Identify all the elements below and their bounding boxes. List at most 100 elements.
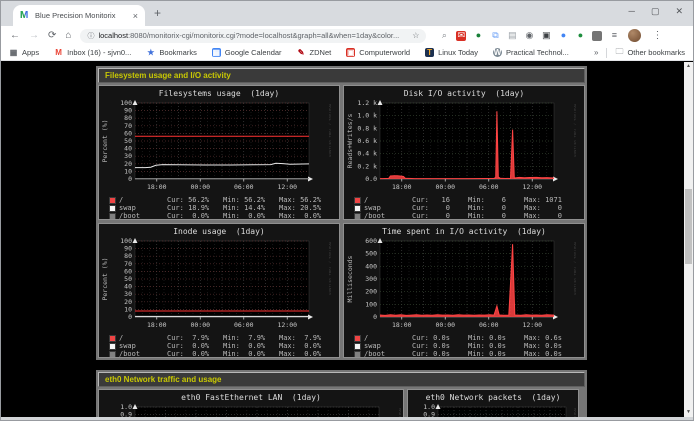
mail-checker-icon[interactable]: ✉ xyxy=(456,31,466,41)
home-button[interactable]: ⌂ xyxy=(65,31,71,41)
svg-text:00:00: 00:00 xyxy=(435,321,455,329)
legend-swatch xyxy=(109,351,116,358)
legend-value: Cur: 16 xyxy=(412,196,468,204)
legend-swatch xyxy=(354,343,361,350)
svg-text:1.0 k: 1.0 k xyxy=(357,112,377,120)
bookmark-linux-today[interactable]: TLinux Today xyxy=(425,48,478,57)
legend-value: Cur: 0 xyxy=(412,204,468,212)
search-extension-icon[interactable]: ⌕ xyxy=(439,31,449,41)
bookmark-bookmarks[interactable]: ★Bookmarks xyxy=(146,48,197,57)
screen-capture-icon[interactable]: ▣ xyxy=(541,31,551,41)
bookmarks-overflow-button[interactable]: » xyxy=(594,48,598,57)
legend-value: Min: 0.0% xyxy=(223,212,279,220)
extensions-puzzle-icon[interactable] xyxy=(592,31,602,41)
graph-disk-io-activity[interactable]: Disk I/O activity (1day)0.00.2 k0.4 k0.6… xyxy=(343,85,585,220)
bookmark-star-icon[interactable]: ☆ xyxy=(412,31,419,40)
back-button[interactable]: ← xyxy=(10,31,20,41)
bookmark-apps-label: Apps xyxy=(22,48,39,57)
active-tab[interactable]: MM Blue Precision Monitorix × xyxy=(13,5,145,26)
monitorix-main: Filesystem usage and I/O activity Filesy… xyxy=(96,66,587,417)
forward-button[interactable]: → xyxy=(29,31,39,41)
legend-row: /Cur: 16Min: 6Max: 1071 xyxy=(354,196,584,204)
svg-text:18:00: 18:00 xyxy=(392,183,412,191)
graph-time-spent-io[interactable]: Time spent in I/O activity (1day)0100200… xyxy=(343,223,585,358)
svg-text:Percent (%): Percent (%) xyxy=(101,119,109,162)
page-scrollbar[interactable]: ▲ ▼ xyxy=(684,62,693,417)
graph-eth0-traffic[interactable]: eth0 FastEthernet LAN (1day)1.00.9RRDTOO… xyxy=(98,389,404,417)
globe-extension-icon[interactable]: ● xyxy=(473,31,483,41)
legend-label: swap xyxy=(364,204,381,212)
scrollbar-down-icon[interactable]: ▼ xyxy=(684,408,693,417)
bookmark-google-calendar-label: Google Calendar xyxy=(225,48,282,57)
svg-text:70: 70 xyxy=(124,260,132,268)
tab-list-icon[interactable]: ≡ xyxy=(609,31,619,41)
legend-value: Min: 6 xyxy=(468,196,524,204)
other-bookmarks-button[interactable]: Other bookmarks xyxy=(627,48,685,57)
graph-title: Disk I/O activity (1day) xyxy=(344,86,584,98)
legend-value: Min: 14.4% xyxy=(223,204,279,212)
legend-value: Cur: 0.0s xyxy=(412,334,468,342)
legend-row: /Cur: 7.9%Min: 7.9%Max: 7.9% xyxy=(109,334,339,342)
legend-row: /Cur: 56.2%Min: 56.2%Max: 56.2% xyxy=(109,196,339,204)
sync-icon[interactable]: ● xyxy=(575,31,585,41)
eye-extension-icon[interactable]: ◉ xyxy=(524,31,534,41)
bookmark-google-calendar[interactable]: ▦Google Calendar xyxy=(212,48,282,57)
svg-text:10: 10 xyxy=(124,305,132,313)
legend-label: /boot xyxy=(119,350,140,358)
close-button[interactable]: ✕ xyxy=(675,6,683,17)
svg-text:0.8 k: 0.8 k xyxy=(357,124,377,132)
address-bar[interactable]: ⓘ localhost:8080/monitorix-cgi/monitorix… xyxy=(80,29,426,43)
svg-text:40: 40 xyxy=(124,145,132,153)
maximize-button[interactable]: ▢ xyxy=(651,6,660,17)
svg-text:Reads+Writes/s: Reads+Writes/s xyxy=(346,114,354,169)
svg-text:90: 90 xyxy=(124,107,132,115)
scrollbar-thumb[interactable] xyxy=(685,189,692,264)
legend-value: Min: 0 xyxy=(468,212,524,220)
graph-plot-image: 0102030405060708090100Percent (%)18:0000… xyxy=(99,99,331,196)
svg-text:20: 20 xyxy=(124,298,132,306)
graph-title: Filesystems usage (1day) xyxy=(99,86,339,98)
document-icon[interactable]: ▤ xyxy=(507,31,517,41)
legend-row: /bootCur: 0Min: 0Max: 0 xyxy=(354,212,584,220)
reload-button[interactable]: ⟳ xyxy=(48,31,56,41)
bookmark-computerworld[interactable]: ▣Computerworld xyxy=(346,48,410,57)
bookmark-zdnet[interactable]: ✎ZDNet xyxy=(297,48,332,57)
browser-menu-button[interactable]: ⋮ xyxy=(652,30,662,41)
legend-value: Max: 7.9% xyxy=(279,334,335,342)
bookmark-apps[interactable]: ▦Apps xyxy=(9,48,39,57)
scrollbar-up-icon[interactable]: ▲ xyxy=(684,62,693,71)
legend-value: Cur: 0 xyxy=(412,212,468,220)
svg-text:0: 0 xyxy=(128,175,132,183)
svg-text:50: 50 xyxy=(124,275,132,283)
svg-text:0: 0 xyxy=(128,313,132,321)
svg-text:1.2 k: 1.2 k xyxy=(357,99,377,107)
copy-pages-icon[interactable]: ⧉ xyxy=(490,31,500,41)
meet-icon[interactable]: ● xyxy=(558,31,568,41)
legend-swatch xyxy=(109,213,116,220)
legend-value: Max: 56.2% xyxy=(279,196,335,204)
extensions-area: ⌕ ✉ ● ⧉ ▤ ◉ ▣ ● ● ≡ xyxy=(439,31,619,41)
graph-eth0-packets[interactable]: eth0 Network packets (1day)1.00.9RRDTOOL… xyxy=(407,389,579,417)
graph-title: Time spent in I/O activity (1day) xyxy=(344,224,584,236)
graph-filesystems-usage[interactable]: Filesystems usage (1day)0102030405060708… xyxy=(98,85,340,220)
bookmark-inbox[interactable]: MInbox (16) - sjvn0... xyxy=(54,48,131,57)
site-info-icon[interactable]: ⓘ xyxy=(87,31,94,41)
svg-text:200: 200 xyxy=(365,288,377,296)
minimize-button[interactable]: ─ xyxy=(629,6,635,17)
legend-swatch xyxy=(354,335,361,342)
new-tab-button[interactable]: + xyxy=(154,6,161,20)
bookmark-bookmarks-label: Bookmarks xyxy=(159,48,197,57)
legend-value: Cur: 7.9% xyxy=(167,334,223,342)
profile-avatar[interactable] xyxy=(628,29,641,42)
svg-text:100: 100 xyxy=(120,237,132,245)
bookmark-practical-technology[interactable]: WPractical Technol... xyxy=(493,48,569,57)
graph-plot-image: 0.00.2 k0.4 k0.6 k0.8 k1.0 k1.2 kReads+W… xyxy=(344,99,576,196)
svg-text:20: 20 xyxy=(124,160,132,168)
window-bottom-edge xyxy=(1,417,693,420)
graph-legend: /Cur: 56.2%Min: 56.2%Max: 56.2%swapCur: … xyxy=(99,196,339,220)
graph-plot-image: 0102030405060708090100Percent (%)18:0000… xyxy=(99,237,331,334)
graph-inode-usage[interactable]: Inode usage (1day)0102030405060708090100… xyxy=(98,223,340,358)
svg-text:600: 600 xyxy=(365,237,377,245)
svg-text:10: 10 xyxy=(124,167,132,175)
tab-close-icon[interactable]: × xyxy=(133,11,138,21)
